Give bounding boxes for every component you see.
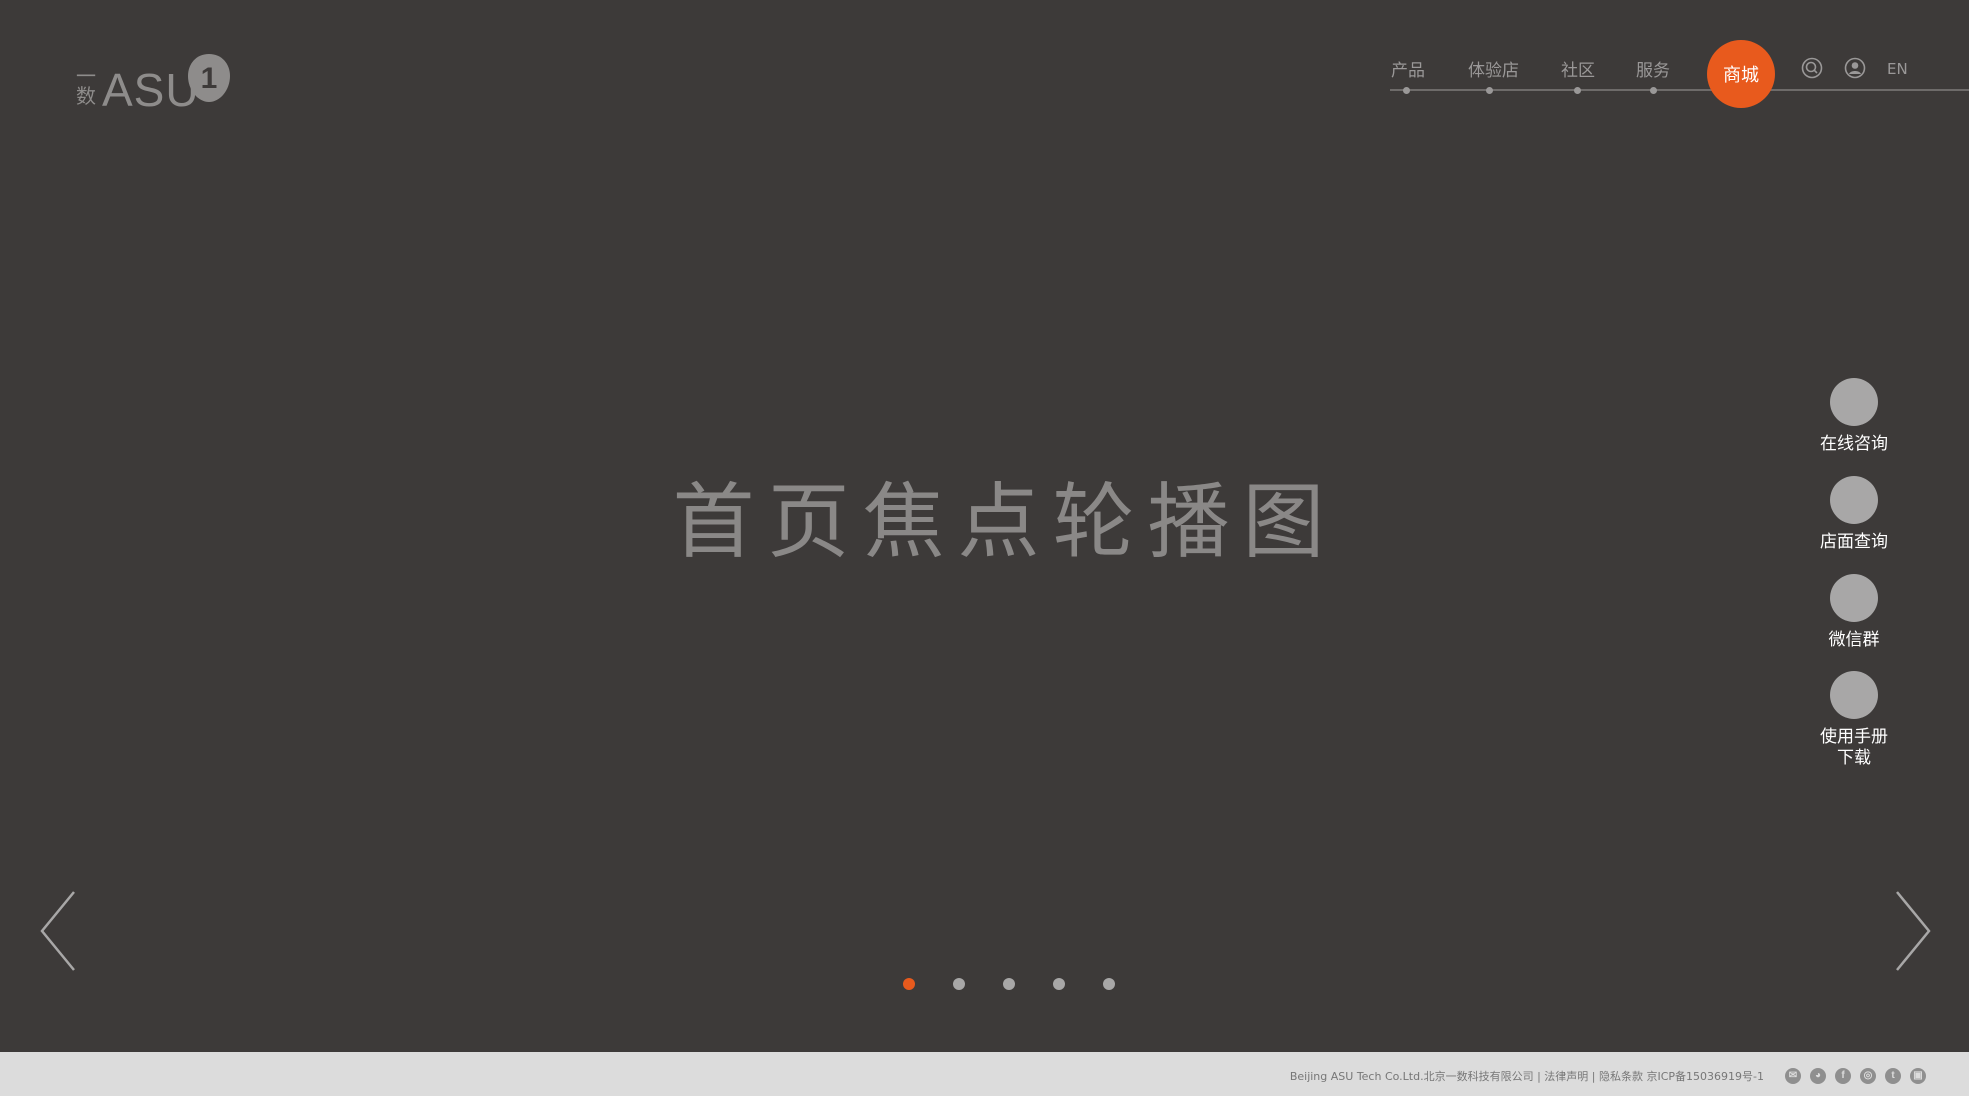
user-account-icon[interactable] <box>1844 57 1866 79</box>
side-wechat-group[interactable]: 微信群 <box>1804 574 1904 651</box>
facebook-icon[interactable]: f <box>1835 1068 1851 1084</box>
logo-mark-icon: 1 <box>188 54 230 102</box>
nav-dot-service <box>1650 87 1657 94</box>
weibo-icon[interactable]: ◎ <box>1860 1068 1876 1084</box>
brand-logo[interactable]: 一 数 ASU 1 <box>74 52 234 114</box>
carousel-dot-5[interactable] <box>1103 978 1115 990</box>
side-label: 使用手册 <box>1820 727 1888 747</box>
nav-dot-community <box>1574 87 1581 94</box>
carousel-dot-2[interactable] <box>953 978 965 990</box>
site-footer: Beijing ASU Tech Co.Ltd.北京一数科技有限公司 | 法律声… <box>0 1052 1969 1096</box>
logo-wordmark: ASU <box>102 64 200 116</box>
logo-mark-glyph: 1 <box>201 62 218 95</box>
manual-icon <box>1830 671 1878 719</box>
side-label: 店面查询 <box>1820 532 1888 552</box>
nav-item-community[interactable]: 社区 <box>1561 56 1595 81</box>
carousel-next-arrow-icon[interactable] <box>1893 890 1933 972</box>
side-label: 微信群 <box>1828 630 1880 650</box>
mail-icon[interactable]: ✉ <box>1785 1068 1801 1084</box>
search-icon[interactable] <box>1801 57 1823 79</box>
wechat-icon[interactable]: ◕ <box>1810 1068 1826 1084</box>
consult-icon <box>1830 378 1878 426</box>
carousel-dot-3[interactable] <box>1003 978 1015 990</box>
nav-item-products[interactable]: 产品 <box>1391 56 1425 81</box>
nav-dot-products <box>1403 87 1410 94</box>
logo-char-top: 一 <box>76 64 96 88</box>
wechat-group-icon <box>1830 574 1878 622</box>
side-manual-download[interactable]: 使用手册 下载 <box>1804 671 1904 769</box>
side-label: 在线咨询 <box>1820 434 1888 454</box>
store-icon <box>1830 476 1878 524</box>
footer-copyright: Beijing ASU Tech Co.Ltd.北京一数科技有限公司 | 法律声… <box>1289 1070 1764 1083</box>
shop-button[interactable]: 商城 <box>1707 40 1775 108</box>
logo-char-bottom: 数 <box>76 84 96 108</box>
nav-item-stores[interactable]: 体验店 <box>1468 56 1519 81</box>
side-label-line2: 下载 <box>1837 748 1871 768</box>
nav-dot-stores <box>1486 87 1493 94</box>
language-toggle[interactable]: EN <box>1887 60 1908 78</box>
carousel-dot-1[interactable] <box>903 978 915 990</box>
side-store-lookup[interactable]: 店面查询 <box>1804 476 1904 553</box>
nav-item-service[interactable]: 服务 <box>1636 56 1670 81</box>
side-online-consult[interactable]: 在线咨询 <box>1804 378 1904 455</box>
carousel-prev-arrow-icon[interactable] <box>38 890 78 972</box>
carousel-dot-4[interactable] <box>1053 978 1065 990</box>
carousel-placeholder-title: 首页焦点轮播图 <box>672 475 1338 570</box>
twitter-icon[interactable]: t <box>1885 1068 1901 1084</box>
youku-icon[interactable]: ▣ <box>1910 1068 1926 1084</box>
nav-underline <box>1390 89 1969 91</box>
